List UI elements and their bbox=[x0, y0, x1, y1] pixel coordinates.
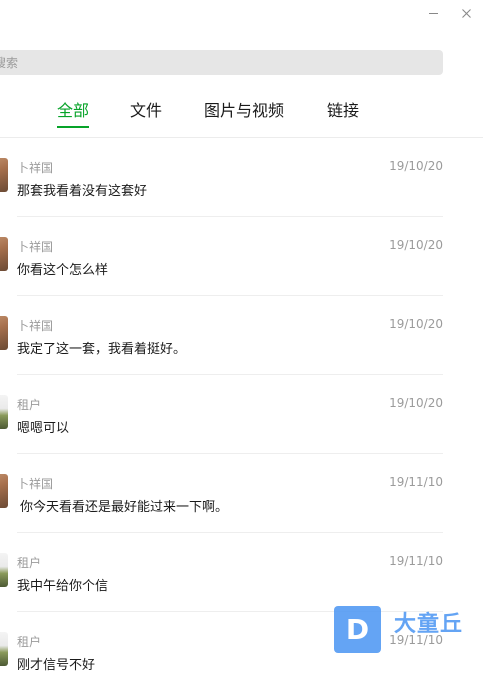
message-date: 19/10/20 bbox=[389, 317, 443, 331]
avatar[interactable] bbox=[0, 316, 8, 350]
list-item[interactable]: 租户 19/10/20 嗯嗯可以 bbox=[0, 375, 483, 454]
sender-name: 卜祥国 bbox=[17, 319, 54, 333]
tab-files[interactable]: 文件 bbox=[130, 97, 162, 125]
avatar[interactable] bbox=[0, 395, 8, 429]
sender-name: 租户 bbox=[17, 398, 42, 412]
search-placeholder: 搜索 bbox=[0, 56, 19, 70]
list-item[interactable]: 租户 19/11/10 我中午给你个信 bbox=[0, 533, 483, 612]
message-text: 刚才信号不好 bbox=[17, 658, 96, 673]
minimize-icon bbox=[428, 12, 438, 14]
watermark-text: 大童丘 bbox=[394, 612, 464, 637]
message-date: 19/10/20 bbox=[389, 238, 443, 252]
category-tabs: 全部 文件 图片与视频 链接 bbox=[0, 97, 483, 128]
tab-images-videos[interactable]: 图片与视频 bbox=[204, 97, 284, 125]
avatar[interactable] bbox=[0, 237, 8, 271]
message-text: 嗯嗯可以 bbox=[17, 421, 70, 436]
sender-name: 卜祥国 bbox=[17, 477, 54, 491]
avatar[interactable] bbox=[0, 158, 8, 192]
message-date: 19/10/20 bbox=[389, 159, 443, 173]
message-text: 你今天看看还是最好能过来一下啊。 bbox=[20, 500, 229, 515]
close-button[interactable] bbox=[453, 2, 479, 24]
minimize-button[interactable] bbox=[420, 2, 446, 24]
message-text: 我中午给你个信 bbox=[17, 579, 109, 594]
tab-links[interactable]: 链接 bbox=[327, 97, 359, 125]
list-item[interactable]: 卜祥国 19/11/10 你今天看看还是最好能过来一下啊。 bbox=[0, 454, 483, 533]
message-text: 那套我看着没有这套好 bbox=[17, 184, 148, 199]
sender-name: 租户 bbox=[17, 635, 42, 649]
list-item[interactable]: 卜祥国 19/10/20 我定了这一套，我看着挺好。 bbox=[0, 296, 483, 375]
sender-name: 租户 bbox=[17, 556, 42, 570]
close-icon bbox=[461, 8, 471, 18]
avatar[interactable] bbox=[0, 553, 8, 587]
message-date: 19/11/10 bbox=[389, 475, 443, 489]
message-date: 19/10/20 bbox=[389, 396, 443, 410]
list-item[interactable]: 卜祥国 19/10/20 那套我看着没有这套好 bbox=[0, 138, 483, 217]
message-text: 你看这个怎么样 bbox=[17, 263, 109, 278]
chat-history-window: 搜索 全部 文件 图片与视频 链接 卜祥国 19/10/20 那套我看着没有这套… bbox=[0, 0, 483, 680]
avatar[interactable] bbox=[0, 632, 8, 666]
message-date: 19/11/10 bbox=[389, 554, 443, 568]
search-input[interactable]: 搜索 bbox=[0, 50, 443, 75]
tab-all[interactable]: 全部 bbox=[57, 97, 90, 128]
watermark: D 大童丘 bbox=[334, 606, 483, 656]
sender-name: 卜祥国 bbox=[17, 240, 54, 254]
message-text: 我定了这一套，我看着挺好。 bbox=[17, 342, 187, 357]
avatar[interactable] bbox=[0, 474, 8, 508]
sender-name: 卜祥国 bbox=[17, 161, 54, 175]
list-item[interactable]: 卜祥国 19/10/20 你看这个怎么样 bbox=[0, 217, 483, 296]
watermark-logo: D bbox=[334, 606, 381, 653]
message-list: 卜祥国 19/10/20 那套我看着没有这套好 卜祥国 19/10/20 你看这… bbox=[0, 138, 483, 680]
